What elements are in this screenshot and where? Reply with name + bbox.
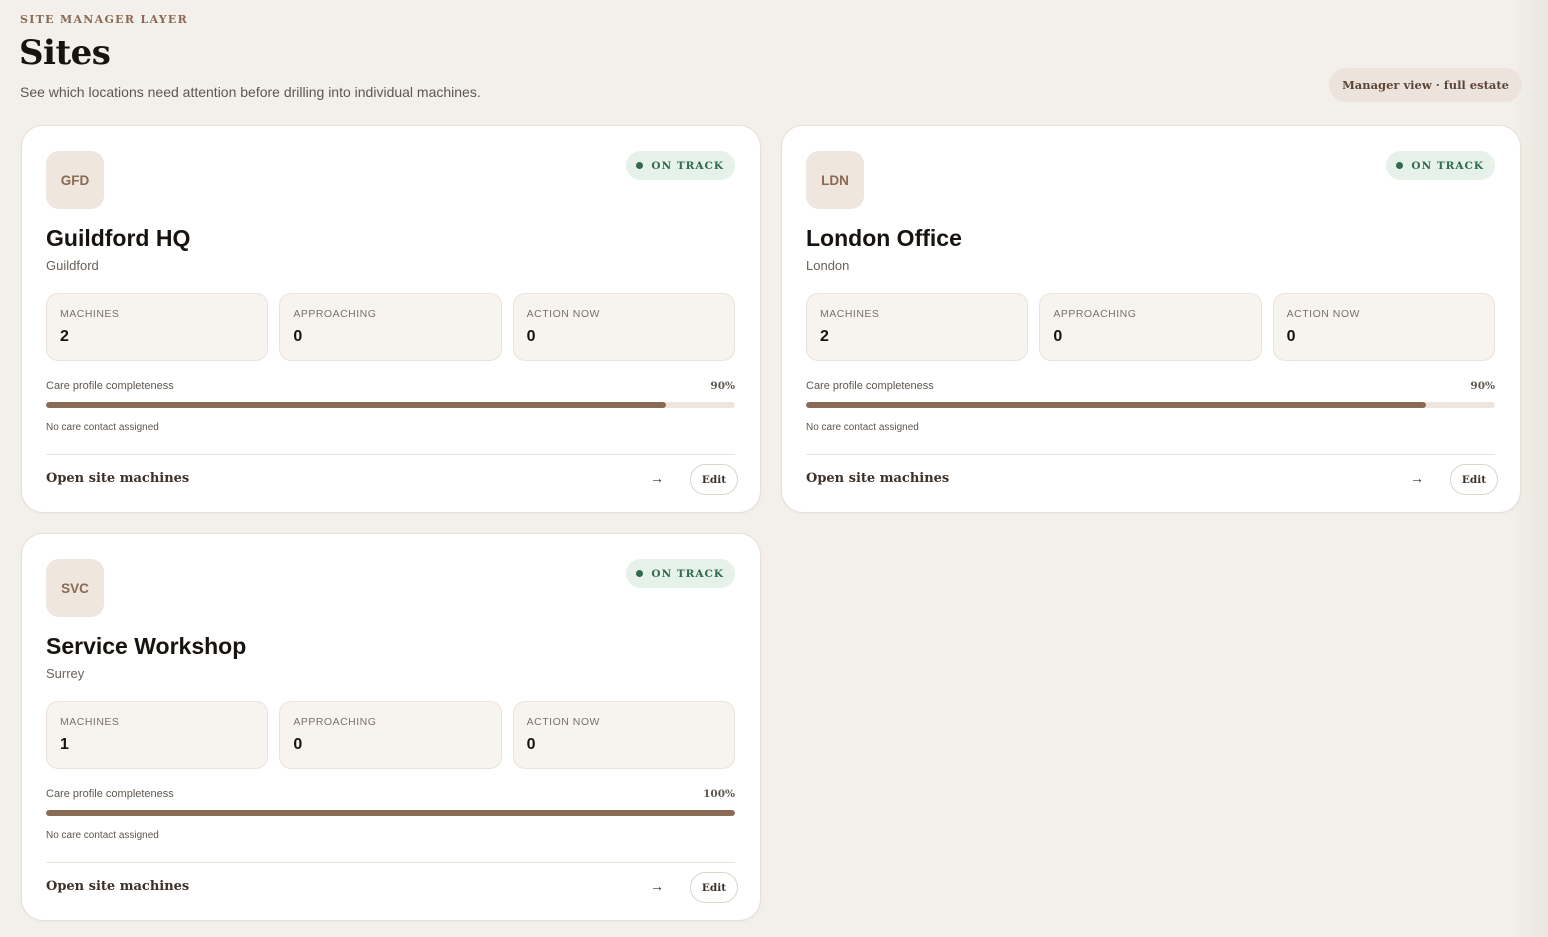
stat-value: 0 <box>526 328 536 345</box>
arrow-right-icon[interactable]: → <box>650 878 664 894</box>
care-profile-label: Care profile completeness <box>46 788 174 800</box>
site-location: Guildford <box>46 258 99 273</box>
card-divider <box>806 454 1495 455</box>
stat-machines: MACHINES 1 <box>46 701 269 769</box>
stat-machines: MACHINES 2 <box>806 293 1029 361</box>
care-profile-label: Care profile completeness <box>806 380 934 392</box>
stat-label: ACTION NOW <box>1286 308 1360 320</box>
stat-value: 0 <box>1053 328 1063 345</box>
stat-label: APPROACHING <box>293 716 377 728</box>
stat-label: ACTION NOW <box>526 716 600 728</box>
site-code-avatar: LDN <box>806 151 864 209</box>
site-name: Service Workshop <box>46 633 247 659</box>
stat-label: MACHINES <box>820 308 880 320</box>
stat-action-now: ACTION NOW 0 <box>512 293 735 361</box>
status-text: ON TRACK <box>651 567 724 580</box>
care-profile-percent: 100% <box>703 788 735 800</box>
care-profile-progress-bar <box>806 402 1495 408</box>
care-contact-note: No care contact assigned <box>806 422 919 433</box>
stat-value: 0 <box>293 328 303 345</box>
card-divider <box>46 454 735 455</box>
site-name: London Office <box>806 225 962 251</box>
sites-page: SITE MANAGER LAYER Sites See which locat… <box>0 0 1548 937</box>
site-stats: MACHINES 1 APPROACHING 0 ACTION NOW 0 <box>46 701 735 769</box>
care-profile-percent: 90% <box>710 380 735 392</box>
site-stats: MACHINES 2 APPROACHING 0 ACTION NOW 0 <box>46 293 735 361</box>
section-eyebrow: SITE MANAGER LAYER <box>20 13 189 26</box>
stat-value: 0 <box>526 736 536 753</box>
site-card-guildford: GFD ON TRACK Guildford HQ Guildford MACH… <box>21 125 761 513</box>
stat-label: APPROACHING <box>1053 308 1137 320</box>
care-profile-progress-fill <box>46 810 735 816</box>
site-stats: MACHINES 2 APPROACHING 0 ACTION NOW 0 <box>806 293 1495 361</box>
manager-view-badge[interactable]: Manager view · full estate <box>1329 68 1522 102</box>
status-badge: ON TRACK <box>626 151 735 180</box>
care-profile-progress-fill <box>46 402 667 408</box>
stat-label: MACHINES <box>60 716 120 728</box>
stat-value: 0 <box>293 736 303 753</box>
open-site-machines-link[interactable]: Open site machines <box>46 879 189 894</box>
open-site-machines-link[interactable]: Open site machines <box>806 471 949 486</box>
stat-value: 1 <box>60 736 69 753</box>
arrow-right-icon[interactable]: → <box>1410 470 1424 486</box>
status-text: ON TRACK <box>1411 159 1484 172</box>
care-profile-progress-fill <box>806 402 1427 408</box>
stat-machines: MACHINES 2 <box>46 293 269 361</box>
care-profile-progress-bar <box>46 810 735 816</box>
status-dot-icon <box>636 570 644 577</box>
card-divider <box>46 862 735 863</box>
stat-label: ACTION NOW <box>526 308 600 320</box>
page-title: Sites <box>19 33 111 73</box>
edit-button[interactable]: Edit <box>690 464 738 495</box>
stat-label: MACHINES <box>60 308 120 320</box>
care-contact-note: No care contact assigned <box>46 422 159 433</box>
stat-approaching: APPROACHING 0 <box>1039 293 1262 361</box>
stat-approaching: APPROACHING 0 <box>279 701 502 769</box>
status-dot-icon <box>1396 162 1404 169</box>
site-card-london: LDN ON TRACK London Office London MACHIN… <box>781 125 1521 513</box>
edit-button[interactable]: Edit <box>690 872 738 903</box>
stat-value: 2 <box>60 328 69 345</box>
care-contact-note: No care contact assigned <box>46 830 159 841</box>
stat-value: 0 <box>1286 328 1296 345</box>
care-profile-progress-bar <box>46 402 735 408</box>
status-text: ON TRACK <box>651 159 724 172</box>
site-location: Surrey <box>46 666 85 681</box>
site-card-service-workshop: SVC ON TRACK Service Workshop Surrey MAC… <box>21 533 761 921</box>
site-name: Guildford HQ <box>46 225 191 251</box>
open-site-machines-link[interactable]: Open site machines <box>46 471 189 486</box>
status-badge: ON TRACK <box>1386 151 1495 180</box>
site-code-avatar: SVC <box>46 559 104 617</box>
care-profile-label: Care profile completeness <box>46 380 174 392</box>
site-location: London <box>806 258 850 273</box>
stat-action-now: ACTION NOW 0 <box>1272 293 1495 361</box>
stat-label: APPROACHING <box>293 308 377 320</box>
stat-approaching: APPROACHING 0 <box>279 293 502 361</box>
page-subtitle: See which locations need attention befor… <box>20 84 481 100</box>
stat-action-now: ACTION NOW 0 <box>512 701 735 769</box>
status-badge: ON TRACK <box>626 559 735 588</box>
status-dot-icon <box>636 162 644 169</box>
care-profile-percent: 90% <box>1470 380 1495 392</box>
edit-button[interactable]: Edit <box>1450 464 1498 495</box>
stat-value: 2 <box>820 328 829 345</box>
site-code-avatar: GFD <box>46 151 104 209</box>
arrow-right-icon[interactable]: → <box>650 470 664 486</box>
